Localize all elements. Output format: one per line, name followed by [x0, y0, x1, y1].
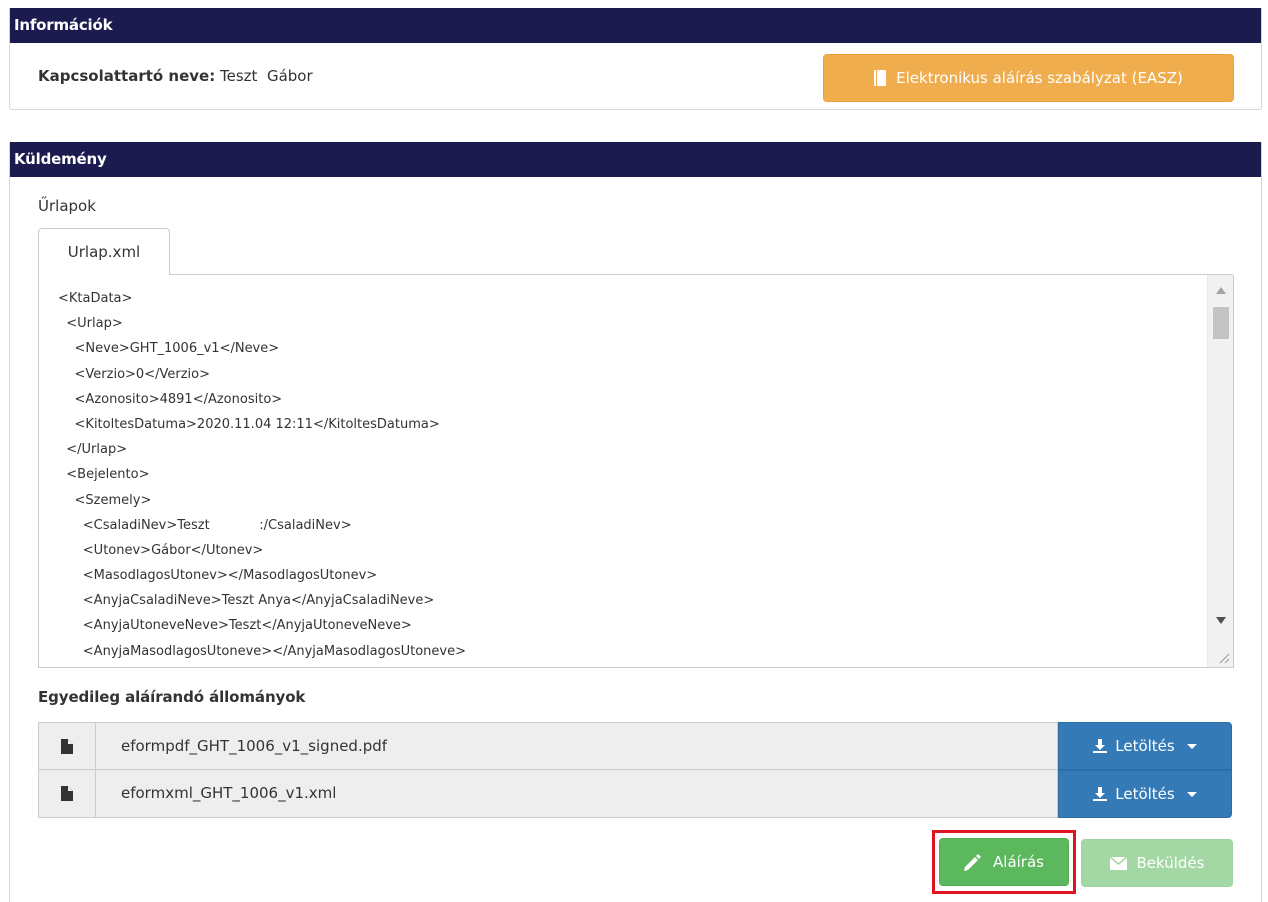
- download-button[interactable]: Letöltés: [1058, 722, 1232, 770]
- xml-line: <AnyjaCsaladiNeve>Teszt Anya</AnyjaCsala…: [58, 593, 435, 609]
- contact-value: Teszt Gábor: [220, 67, 313, 85]
- individual-files-label: Egyedileg aláírandó állományok: [38, 688, 306, 706]
- scroll-down-arrow-icon[interactable]: [1216, 617, 1226, 624]
- download-icon: [1093, 787, 1108, 801]
- file-icon-cell: [38, 722, 96, 770]
- file-name: eformpdf_GHT_1006_v1_signed.pdf: [95, 722, 1058, 770]
- file-icon-cell: [38, 770, 96, 818]
- sign-button-label: Aláírás: [993, 853, 1044, 871]
- info-panel: Információk Kapcsolattartó neve: Teszt G…: [9, 8, 1262, 110]
- contact-info: Kapcsolattartó neve: Teszt Gábor: [38, 67, 313, 85]
- file-icon: [61, 738, 73, 754]
- xml-line: <Verzio>0</Verzio>: [58, 366, 210, 382]
- sign-button[interactable]: Aláírás: [939, 838, 1069, 886]
- sign-button-highlight: Aláírás: [932, 830, 1076, 894]
- caret-down-icon: [1186, 791, 1197, 797]
- xml-line: <Szemely>: [58, 492, 152, 508]
- xml-textarea[interactable]: <KtaData> <Urlap> <Neve>GHT_1006_v1</Nev…: [38, 275, 1234, 668]
- caret-down-icon: [1186, 743, 1197, 749]
- xml-line: <AnyjaUtoneveNeve>Teszt</AnyjaUtoneveNev…: [58, 618, 412, 634]
- pencil-icon: [964, 853, 982, 871]
- xml-line: <Utonev>Gábor</Utonev>: [58, 542, 264, 558]
- xml-line: </Urlap>: [58, 442, 128, 458]
- xml-line: <MasodlagosUtonev></MasodlagosUtonev>: [58, 568, 378, 584]
- easz-button-label: Elektronikus aláírás szabályzat (EASZ): [896, 69, 1183, 87]
- xml-content: <KtaData> <Urlap> <Neve>GHT_1006_v1</Nev…: [58, 286, 466, 664]
- scroll-up-arrow-icon[interactable]: [1216, 287, 1226, 294]
- xml-scrollbar[interactable]: [1207, 275, 1233, 667]
- scroll-thumb[interactable]: [1213, 307, 1229, 339]
- download-label: Letöltés: [1115, 785, 1175, 803]
- contact-label: Kapcsolattartó neve:: [38, 67, 216, 85]
- xml-line: <Urlap>: [58, 316, 123, 332]
- download-button[interactable]: Letöltés: [1058, 770, 1232, 818]
- xml-line: <Neve>GHT_1006_v1</Neve>: [58, 341, 280, 357]
- forms-label: Űrlapok: [38, 197, 96, 215]
- send-button[interactable]: Beküldés: [1081, 839, 1233, 887]
- envelope-icon: [1109, 856, 1127, 870]
- kuldemeny-panel: Küldemény Űrlapok Urlap.xml <KtaData> <U…: [9, 142, 1262, 902]
- download-label: Letöltés: [1115, 737, 1175, 755]
- file-icon: [61, 786, 73, 801]
- xml-line: <KitoltesDatuma>2020.11.04 12:11</Kitolt…: [58, 416, 440, 432]
- easz-button[interactable]: Elektronikus aláírás szabályzat (EASZ): [823, 54, 1234, 102]
- xml-line: <Azonosito>4891</Azonosito>: [58, 391, 283, 407]
- xml-line: <Bejelento>: [58, 467, 150, 483]
- download-icon: [1093, 739, 1108, 753]
- info-panel-title: Információk: [10, 8, 1261, 43]
- xml-line: <AnyjaMasodlagosUtoneve></AnyjaMasodlago…: [58, 643, 466, 659]
- tab-urlap-xml[interactable]: Urlap.xml: [38, 228, 170, 275]
- resize-grip-icon[interactable]: [1218, 652, 1230, 664]
- book-icon: [874, 70, 887, 86]
- file-name: eformxml_GHT_1006_v1.xml: [95, 770, 1058, 818]
- file-row: eformxml_GHT_1006_v1.xml Letöltés: [38, 770, 1234, 818]
- xml-line: <KtaData>: [58, 291, 133, 306]
- send-button-label: Beküldés: [1136, 854, 1205, 872]
- xml-line: <CsaladiNev>Teszt :/CsaladiNev>: [58, 517, 352, 533]
- file-row: eformpdf_GHT_1006_v1_signed.pdf Letöltés: [38, 722, 1234, 770]
- kuldemeny-panel-title: Küldemény: [10, 142, 1261, 177]
